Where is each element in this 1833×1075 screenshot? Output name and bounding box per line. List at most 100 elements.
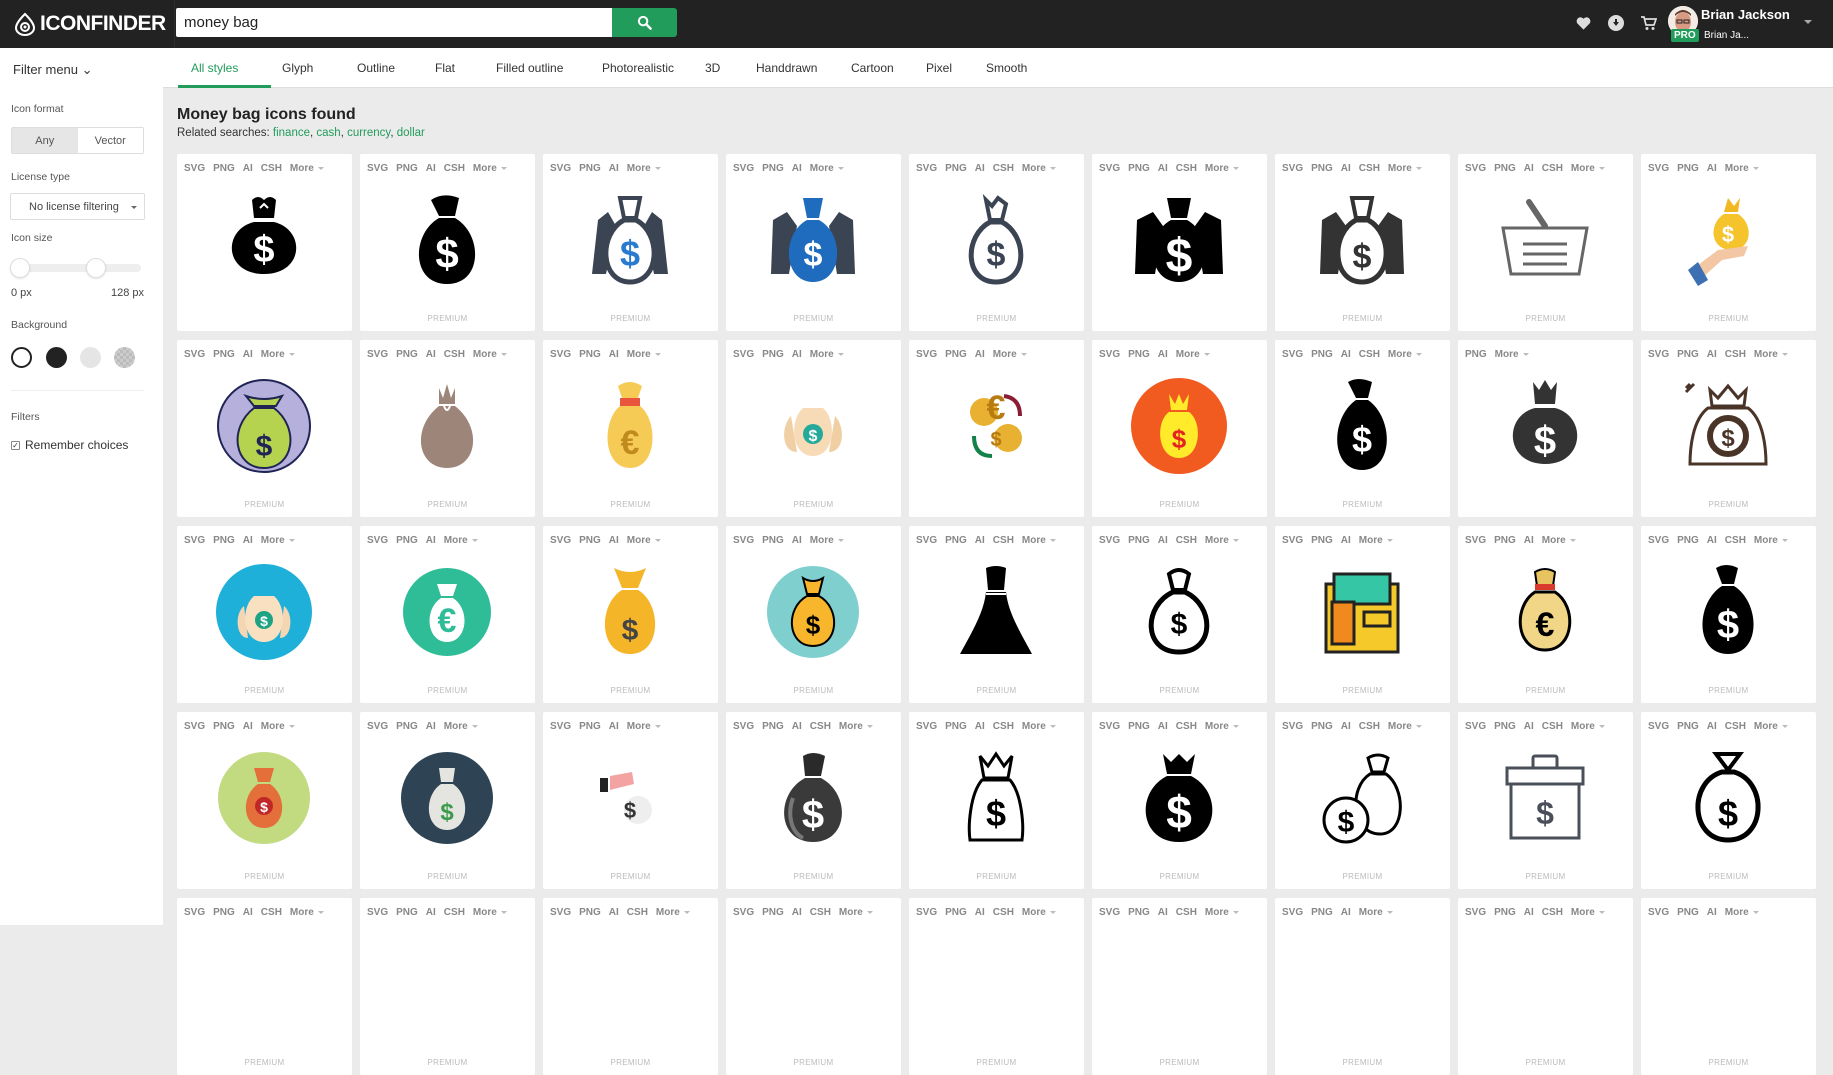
download-ai-link[interactable]: AI — [792, 163, 802, 174]
download-ai-link[interactable]: AI — [1524, 163, 1534, 174]
search-button[interactable] — [612, 8, 677, 37]
download-ai-link[interactable]: AI — [1707, 163, 1717, 174]
download-ai-link[interactable]: AI — [1158, 907, 1168, 918]
download-ai-link[interactable]: AI — [426, 163, 436, 174]
related-link-dollar[interactable]: dollar — [397, 127, 425, 139]
download-ai-link[interactable]: AI — [792, 907, 802, 918]
download-png-link[interactable]: PNG — [1677, 535, 1699, 546]
download-ai-link[interactable]: AI — [1341, 349, 1351, 360]
money-bag-ring-outline-icon[interactable]: $ — [1678, 748, 1778, 848]
euro-bag-outline-icon[interactable]: € — [1495, 562, 1595, 662]
money-bags-blue-circle-icon[interactable]: $ — [214, 562, 314, 662]
download-png-link[interactable]: PNG — [213, 349, 235, 360]
download-svg-link[interactable]: SVG — [1282, 907, 1303, 918]
icon-card[interactable]: SVG PNG AI More $ PREMIUM — [1641, 154, 1816, 331]
favorites-button[interactable] — [1572, 12, 1594, 34]
related-link-currency[interactable]: currency — [347, 127, 390, 139]
icon-card[interactable]: SVG PNG AI CSH More PREMIUM — [360, 340, 535, 517]
more-formats-dropdown[interactable]: More — [290, 907, 314, 918]
download-svg-link[interactable]: SVG — [1648, 535, 1669, 546]
more-formats-dropdown[interactable]: More — [1754, 349, 1778, 360]
more-formats-dropdown[interactable]: More — [1205, 721, 1229, 732]
download-csh-link[interactable]: CSH — [993, 163, 1014, 174]
download-png-link[interactable]: PNG — [1494, 907, 1516, 918]
download-csh-link[interactable]: CSH — [993, 535, 1014, 546]
download-ai-link[interactable]: AI — [426, 721, 436, 732]
download-svg-link[interactable]: SVG — [733, 349, 754, 360]
icon-card[interactable]: SVG PNG AI More $ PREMIUM — [726, 526, 901, 703]
icon-card[interactable]: SVG PNG AI CSH More $ PREMIUM — [1641, 340, 1816, 517]
icon-card[interactable]: SVG PNG AI CSH More $ — [1092, 154, 1267, 331]
download-ai-link[interactable]: AI — [975, 163, 985, 174]
more-formats-dropdown[interactable]: More — [473, 163, 497, 174]
more-formats-dropdown[interactable]: More — [1205, 907, 1229, 918]
icon-card[interactable]: SVG PNG AI CSH More $ PREMIUM — [1275, 712, 1450, 889]
download-svg-link[interactable]: SVG — [1465, 535, 1486, 546]
download-png-link[interactable]: PNG — [1677, 163, 1699, 174]
download-svg-link[interactable]: SVG — [367, 349, 388, 360]
download-ai-link[interactable]: AI — [1158, 721, 1168, 732]
more-formats-dropdown[interactable]: More — [993, 349, 1017, 360]
download-svg-link[interactable]: SVG — [550, 349, 571, 360]
related-link-cash[interactable]: cash — [316, 127, 340, 139]
download-ai-link[interactable]: AI — [243, 721, 253, 732]
download-csh-link[interactable]: CSH — [1359, 163, 1380, 174]
download-ai-link[interactable]: AI — [1707, 721, 1717, 732]
money-bag-3d-icon[interactable]: $ — [763, 748, 863, 848]
euro-bag-icon[interactable]: € — [580, 376, 680, 476]
download-svg-link[interactable]: SVG — [1099, 349, 1120, 360]
download-png-link[interactable]: PNG — [762, 535, 784, 546]
download-svg-link[interactable]: SVG — [1282, 721, 1303, 732]
download-csh-link[interactable]: CSH — [1359, 721, 1380, 732]
icon-card[interactable]: SVG PNG AI More $ PREMIUM — [177, 526, 352, 703]
tab-all-styles[interactable]: All styles — [191, 48, 238, 88]
download-svg-link[interactable]: SVG — [184, 721, 205, 732]
download-ai-link[interactable]: AI — [1158, 163, 1168, 174]
icon-card[interactable]: SVG PNG AI More € PREMIUM — [360, 526, 535, 703]
icon-card[interactable]: SVG PNG AI CSH More $ PREMIUM — [726, 712, 901, 889]
download-svg-link[interactable]: SVG — [1648, 907, 1669, 918]
more-formats-dropdown[interactable]: More — [627, 535, 651, 546]
money-bag-line-icon[interactable]: $ — [1678, 376, 1778, 476]
more-formats-dropdown[interactable]: More — [1022, 907, 1046, 918]
icon-card[interactable]: SVG PNG AI More $ PREMIUM — [360, 712, 535, 889]
icon-card[interactable]: SVG PNG AI CSH More $ PREMIUM — [1641, 712, 1816, 889]
more-formats-dropdown[interactable]: More — [261, 535, 285, 546]
download-ai-link[interactable]: AI — [792, 535, 802, 546]
icon-card[interactable]: SVG PNG AI More € PREMIUM — [543, 340, 718, 517]
more-formats-dropdown[interactable]: More — [627, 721, 651, 732]
search-input[interactable] — [176, 8, 612, 37]
download-ai-link[interactable]: AI — [243, 907, 253, 918]
more-formats-dropdown[interactable]: More — [1205, 163, 1229, 174]
icon-card[interactable]: SVG PNG AI More € $ — [909, 340, 1084, 517]
logo[interactable]: ICONFINDER — [0, 0, 175, 48]
more-formats-dropdown[interactable]: More — [1359, 535, 1383, 546]
download-ai-link[interactable]: AI — [609, 349, 619, 360]
icon-size-slider[interactable] — [13, 264, 141, 272]
icon-card[interactable]: SVG PNG AI CSH More $ PREMIUM — [1092, 526, 1267, 703]
money-bags-black-icon[interactable]: $ — [1129, 190, 1229, 290]
download-png-link[interactable]: PNG — [396, 907, 418, 918]
download-svg-link[interactable]: SVG — [1465, 721, 1486, 732]
money-bag-dark-icon[interactable]: $ — [1495, 376, 1595, 476]
download-svg-link[interactable]: SVG — [550, 907, 571, 918]
more-formats-dropdown[interactable]: More — [810, 535, 834, 546]
download-png-link[interactable]: PNG — [213, 535, 235, 546]
more-formats-dropdown[interactable]: More — [1022, 535, 1046, 546]
download-svg-link[interactable]: SVG — [550, 163, 571, 174]
download-csh-link[interactable]: CSH — [444, 163, 465, 174]
download-svg-link[interactable]: SVG — [733, 907, 754, 918]
download-svg-link[interactable]: SVG — [367, 907, 388, 918]
more-formats-dropdown[interactable]: More — [444, 721, 468, 732]
download-png-link[interactable]: PNG — [945, 163, 967, 174]
user-name[interactable]: Brian Jackson — [1701, 7, 1790, 22]
money-bag-glyph-icon[interactable]: $ — [397, 190, 497, 290]
download-svg-link[interactable]: SVG — [733, 163, 754, 174]
icon-card[interactable]: SVG PNG AI CSH More $ PREMIUM — [1275, 154, 1450, 331]
download-csh-link[interactable]: CSH — [810, 907, 831, 918]
more-formats-dropdown[interactable]: More — [1205, 535, 1229, 546]
icon-card[interactable]: SVG PNG AI CSH More $ PREMIUM — [1092, 712, 1267, 889]
download-ai-link[interactable]: AI — [1341, 535, 1351, 546]
download-ai-link[interactable]: AI — [975, 721, 985, 732]
download-ai-link[interactable]: AI — [609, 907, 619, 918]
